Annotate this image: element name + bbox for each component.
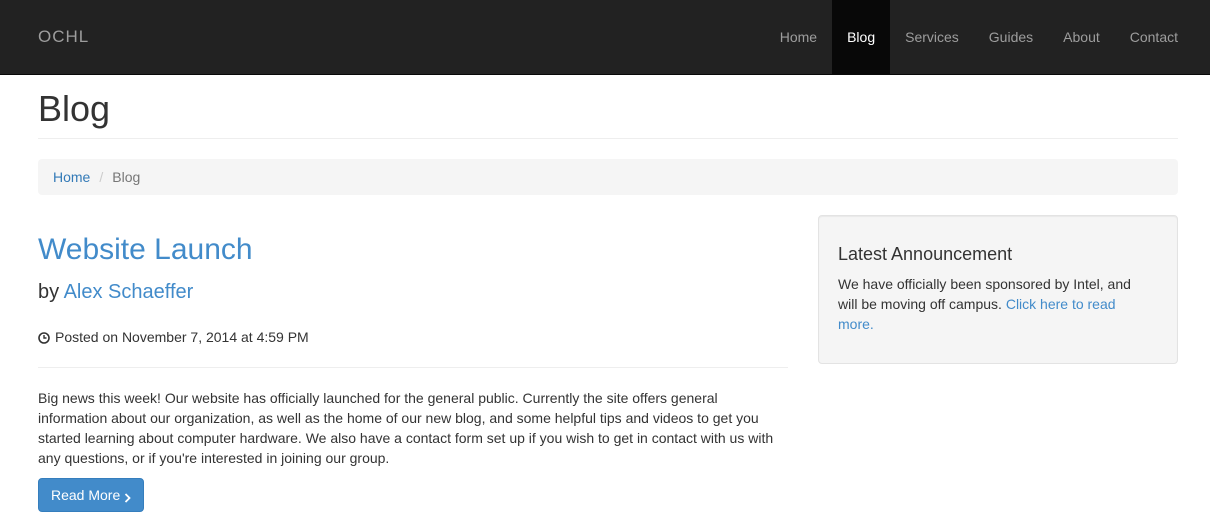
author-link[interactable]: Alex Schaeffer — [64, 281, 194, 303]
post-byline: by Alex Schaeffer — [38, 281, 193, 304]
nav-item-services[interactable]: Services — [890, 0, 974, 74]
page-title: Blog — [38, 88, 111, 129]
nav-item-about[interactable]: About — [1048, 0, 1115, 74]
brand-logo[interactable]: OCHL — [38, 27, 89, 47]
clock-icon — [38, 331, 50, 344]
nav-item-blog[interactable]: Blog — [832, 0, 891, 74]
post-title-link[interactable]: Website Launch — [38, 233, 253, 267]
post-date: Posted on November 7, 2014 at 4:59 PM — [38, 329, 309, 345]
read-more-button[interactable]: Read More — [38, 478, 145, 512]
post-divider — [38, 367, 788, 368]
breadcrumb-current: Blog — [112, 169, 141, 185]
nav-item-guides[interactable]: Guides — [974, 0, 1048, 74]
breadcrumb: Home / Blog — [38, 159, 1178, 195]
announcement-title: Latest Announcement — [838, 244, 1013, 264]
breadcrumb-separator: / — [99, 169, 104, 185]
announcement-panel: Latest Announcement We have officially b… — [818, 215, 1178, 364]
post-body: Big news this week! Our website has offi… — [38, 390, 774, 466]
header-divider — [38, 138, 1178, 139]
announcement-text: We have officially been sponsored by Int… — [838, 274, 1148, 334]
chevron-right-icon — [124, 490, 132, 503]
breadcrumb-home-link[interactable]: Home — [53, 169, 90, 185]
nav-item-home[interactable]: Home — [765, 0, 832, 74]
byline-prefix: by — [38, 281, 60, 303]
post-date-text: Posted on November 7, 2014 at 4:59 PM — [55, 329, 309, 345]
read-more-label: Read More — [51, 487, 121, 503]
nav-item-contact[interactable]: Contact — [1115, 0, 1193, 74]
main-nav: Home Blog Services Guides About Contact — [765, 0, 1193, 74]
top-navbar: OCHL Home Blog Services Guides About Con… — [0, 0, 1210, 75]
